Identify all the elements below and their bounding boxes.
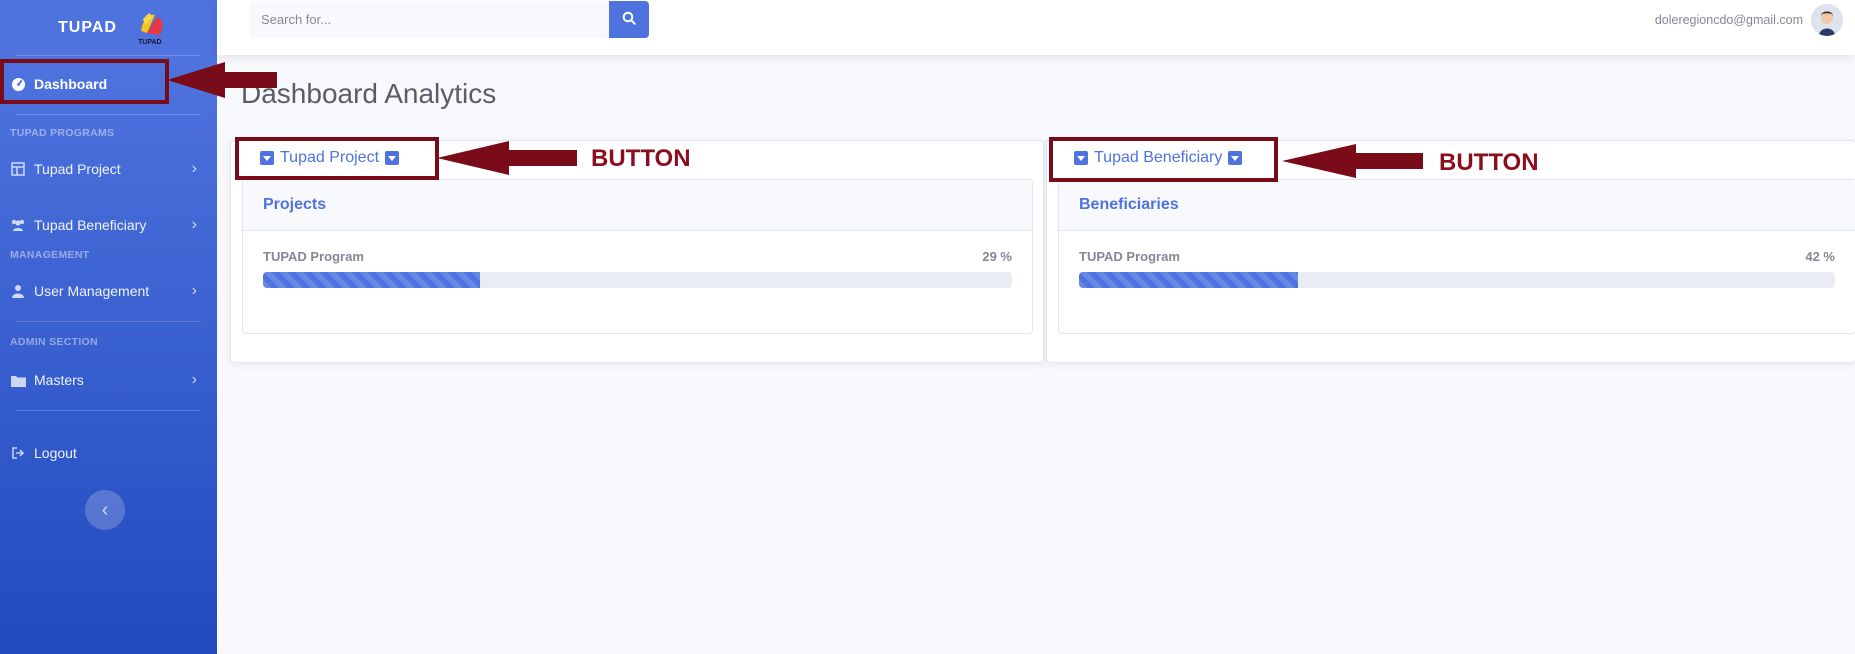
sidebar-item-tupad-beneficiary[interactable]: Tupad Beneficiary › <box>0 203 217 247</box>
table-icon <box>10 161 26 177</box>
metric-value: 42 % <box>1805 249 1835 264</box>
avatar <box>1811 4 1843 36</box>
beneficiaries-card: Beneficiaries TUPAD Program 42 % <box>1058 179 1855 334</box>
metric-label: TUPAD Program <box>263 249 364 264</box>
projects-progress-bar <box>263 272 481 288</box>
sidebar-heading-programs: TUPAD PROGRAMS <box>10 127 115 139</box>
sidebar-item-label: User Management <box>34 283 150 299</box>
logout-icon <box>10 445 26 461</box>
annotation-label-button: BUTTON <box>591 145 691 172</box>
annotation-arrow-icon <box>167 62 277 98</box>
sidebar-item-label: Tupad Project <box>34 161 121 177</box>
search-input[interactable] <box>249 1 609 38</box>
sidebar-heading-management: MANAGEMENT <box>10 249 90 261</box>
page-title: Dashboard Analytics <box>241 78 497 109</box>
chevron-right-icon: › <box>191 160 197 177</box>
search-button[interactable] <box>609 1 649 38</box>
chevron-right-icon: › <box>191 282 197 299</box>
users-icon <box>10 217 26 233</box>
brand-text: TUPAD <box>58 18 117 36</box>
projects-card: Projects TUPAD Program 29 % <box>242 179 1033 334</box>
annotation-highlight-tupad-beneficiary <box>1049 137 1278 182</box>
metric-value: 29 % <box>982 249 1012 264</box>
sidebar-item-label: Masters <box>34 372 84 388</box>
beneficiaries-metric: TUPAD Program 42 % <box>1059 231 1855 288</box>
sidebar-brand[interactable]: TUPAD TUPAD <box>0 0 217 55</box>
user-menu[interactable]: doleregioncdo@gmail.com <box>1655 4 1843 36</box>
projects-card-title: Projects <box>243 180 1032 231</box>
annotation-label-button: BUTTON <box>1439 149 1539 176</box>
sidebar-item-label: Tupad Beneficiary <box>34 217 147 233</box>
topbar: doleregioncdo@gmail.com <box>217 0 1855 55</box>
search-icon <box>622 11 636 28</box>
projects-metric: TUPAD Program 29 % <box>243 231 1032 288</box>
annotation-arrow-icon <box>437 141 577 175</box>
beneficiaries-progress <box>1079 272 1835 288</box>
sidebar-toggle-button[interactable]: ‹ <box>85 490 125 530</box>
tupad-logo-icon: TUPAD <box>135 9 169 47</box>
chevron-right-icon: › <box>191 371 197 388</box>
user-email: doleregioncdo@gmail.com <box>1654 13 1803 27</box>
projects-progress <box>263 272 1012 288</box>
sidebar-item-tupad-project[interactable]: Tupad Project › <box>0 147 217 191</box>
folder-icon <box>10 372 26 388</box>
svg-text:TUPAD: TUPAD <box>138 39 162 46</box>
annotation-arrow-icon <box>1282 144 1423 178</box>
sidebar-item-user-management[interactable]: User Management › <box>0 269 217 313</box>
sidebar-heading-admin: ADMIN SECTION <box>10 336 98 348</box>
sidebar-item-logout[interactable]: Logout <box>0 431 217 475</box>
search-form <box>249 1 649 38</box>
chevron-left-icon: ‹ <box>101 498 109 521</box>
sidebar-item-label: Logout <box>34 445 77 461</box>
annotation-highlight-dashboard <box>0 59 169 104</box>
metric-label: TUPAD Program <box>1079 249 1180 264</box>
chevron-right-icon: › <box>191 216 197 233</box>
annotation-highlight-tupad-project <box>235 137 439 180</box>
beneficiaries-card-title: Beneficiaries <box>1059 180 1855 231</box>
sidebar-item-masters[interactable]: Masters › <box>0 358 217 402</box>
beneficiaries-progress-bar <box>1079 272 1299 288</box>
user-icon <box>10 283 26 299</box>
